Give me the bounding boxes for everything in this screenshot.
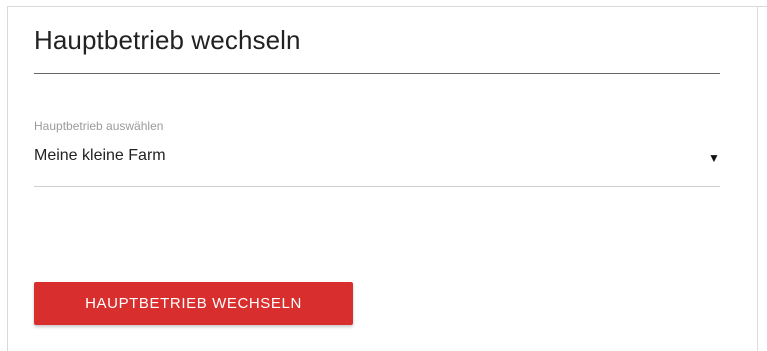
dropdown-arrow-icon[interactable]: ▼ <box>708 151 720 165</box>
title-divider <box>34 73 720 74</box>
hauptbetrieb-select[interactable]: Meine kleine Farm <box>34 147 166 165</box>
select-underline <box>34 186 720 187</box>
frame-top-border <box>7 6 767 7</box>
select-label: Hauptbetrieb auswählen <box>34 119 164 133</box>
page: Hauptbetrieb wechseln Hauptbetrieb auswä… <box>0 0 767 351</box>
frame-right-border <box>757 6 758 351</box>
dialog-title: Hauptbetrieb wechseln <box>34 25 301 55</box>
switch-main-farm-button[interactable]: HAUPTBETRIEB WECHSELN <box>34 282 353 325</box>
frame-left-border <box>7 6 8 351</box>
